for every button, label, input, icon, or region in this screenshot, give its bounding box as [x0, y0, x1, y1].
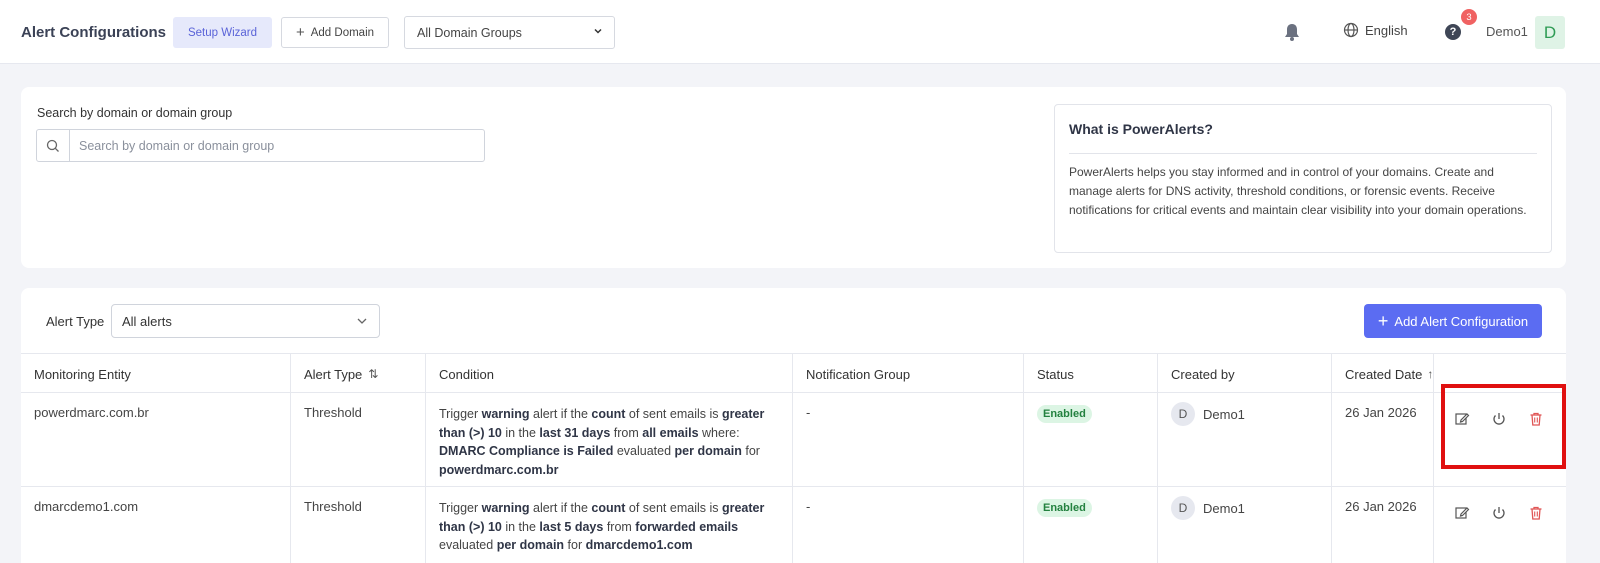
sort-icon[interactable]: ⇅: [368, 367, 378, 381]
language-label: English: [1365, 22, 1408, 38]
info-title: What is PowerAlerts?: [1069, 121, 1213, 137]
col-monitoring-entity: Monitoring Entity: [21, 354, 291, 394]
avatar: D: [1171, 496, 1195, 520]
col-condition: Condition: [426, 354, 793, 394]
domain-group-select[interactable]: All Domain Groups: [404, 16, 615, 49]
sort-icon[interactable]: ↑: [1427, 367, 1433, 381]
chevron-down-icon: [357, 318, 367, 324]
avatar: D: [1171, 402, 1195, 426]
search-label: Search by domain or domain group: [37, 106, 233, 120]
add-alert-configuration-button[interactable]: + Add Alert Configuration: [1364, 304, 1542, 338]
language-selector[interactable]: English: [1343, 22, 1408, 38]
condition: Trigger warning alert if the count of se…: [426, 393, 793, 486]
bell-icon[interactable]: [1283, 22, 1301, 42]
col-alert-type[interactable]: Alert Type ⇅: [291, 354, 426, 394]
info-body: PowerAlerts helps you stay informed and …: [1069, 165, 1527, 217]
actions-highlight-box: [1441, 384, 1566, 469]
search-card: Search by domain or domain group Search …: [21, 87, 1566, 268]
table-header: Monitoring Entity Alert Type ⇅ Condition…: [21, 353, 1566, 394]
row-actions: [1434, 487, 1566, 563]
table-row: dmarcdemo1.com Threshold Trigger warning…: [21, 487, 1566, 563]
help-count-badge: 3: [1461, 9, 1477, 25]
condition: Trigger warning alert if the count of se…: [426, 487, 793, 563]
col-created-date-label: Created Date: [1345, 366, 1423, 382]
plus-icon: +: [1377, 311, 1389, 331]
search-placeholder: Search by domain or domain group: [79, 138, 275, 153]
col-created-by: Created by: [1158, 354, 1332, 394]
edit-icon[interactable]: [1454, 505, 1470, 521]
page-title: Alert Configurations: [21, 24, 166, 41]
add-alert-configuration-label: Add Alert Configuration: [1394, 313, 1529, 329]
col-created-date[interactable]: Created Date ↑: [1332, 354, 1434, 394]
chevron-down-icon: [594, 28, 602, 34]
alert-type-label: Alert Type: [46, 314, 105, 329]
alerts-table-card: Alert Type All alerts + Add Alert Config…: [21, 288, 1566, 563]
add-domain-label: Add Domain: [310, 26, 375, 39]
power-icon[interactable]: [1491, 505, 1507, 521]
col-alert-type-label: Alert Type: [304, 366, 363, 382]
created-date: 26 Jan 2026: [1332, 393, 1434, 486]
divider: [1069, 153, 1537, 154]
alert-type: Threshold: [291, 487, 426, 563]
notification-group: -: [793, 393, 1024, 486]
table-row: powerdmarc.com.br Threshold Trigger warn…: [21, 393, 1566, 487]
alert-type: Threshold: [291, 393, 426, 486]
alert-type-select[interactable]: All alerts: [111, 304, 380, 338]
add-domain-button[interactable]: + Add Domain: [281, 17, 389, 48]
monitoring-entity: dmarcdemo1.com: [21, 487, 291, 563]
monitoring-entity: powerdmarc.com.br: [21, 393, 291, 486]
created-by: D Demo1: [1158, 487, 1332, 563]
created-by-name: Demo1: [1203, 406, 1245, 422]
search-icon: [37, 130, 70, 161]
created-by-name: Demo1: [1203, 500, 1245, 516]
user-name[interactable]: Demo1: [1486, 24, 1528, 39]
setup-wizard-button[interactable]: Setup Wizard: [173, 17, 272, 48]
help-icon[interactable]: ?: [1445, 24, 1461, 40]
status-cell: Enabled: [1024, 487, 1158, 563]
col-notification-group: Notification Group: [793, 354, 1024, 394]
plus-icon: +: [295, 24, 305, 41]
delete-icon[interactable]: [1528, 505, 1544, 521]
status-badge: Enabled: [1037, 405, 1092, 423]
avatar[interactable]: D: [1535, 16, 1565, 49]
info-panel: What is PowerAlerts? PowerAlerts helps y…: [1054, 104, 1552, 253]
domain-group-value: All Domain Groups: [417, 25, 522, 40]
globe-icon: [1343, 22, 1359, 38]
created-by: D Demo1: [1158, 393, 1332, 486]
alert-type-value: All alerts: [122, 313, 172, 329]
top-bar: Alert Configurations Setup Wizard + Add …: [0, 0, 1600, 64]
status-badge: Enabled: [1037, 499, 1092, 517]
status-cell: Enabled: [1024, 393, 1158, 486]
notification-group: -: [793, 487, 1024, 563]
col-status: Status: [1024, 354, 1158, 394]
created-date: 26 Jan 2026: [1332, 487, 1434, 563]
search-input[interactable]: Search by domain or domain group: [36, 129, 485, 162]
